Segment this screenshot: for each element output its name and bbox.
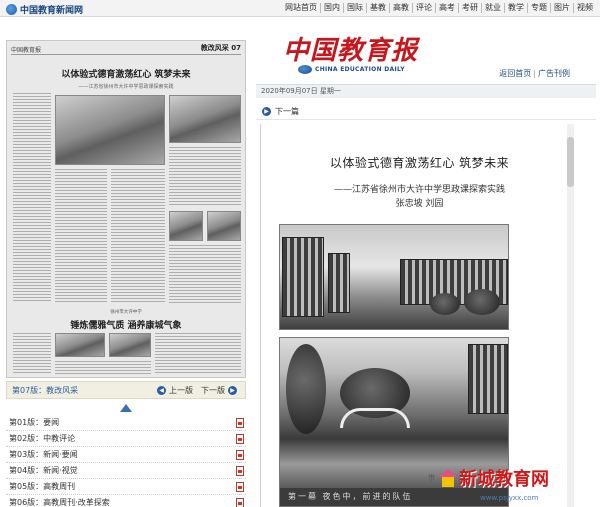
next-page-button[interactable]: 下一版 ▶ [201, 385, 240, 396]
nav-link-employment[interactable]: 就业 [481, 3, 504, 13]
nav-link-video[interactable]: 视频 [573, 3, 596, 13]
newspaper-page-thumbnail[interactable]: 中国教育报 教改风采 07 以体验式德育激荡红心 筑梦未来 ——江苏省徐州市大许… [6, 40, 246, 378]
nav-link-home[interactable]: 网站首页 [282, 3, 320, 13]
current-page-label[interactable]: 第07版：教改风采 [12, 385, 146, 396]
watermark-brand: 新城教育网 [459, 469, 549, 490]
article-title: 以体验式德育激荡红心 筑梦未来 [329, 156, 510, 170]
pdf-icon[interactable] [236, 449, 244, 460]
thumb-text-column [111, 169, 165, 303]
thumb-text-column [13, 333, 51, 375]
globe-icon [6, 3, 17, 15]
thumb-photo [55, 333, 105, 357]
page-list-item[interactable]: 第04版：新闻·视觉 [6, 463, 246, 479]
page-list-label: 第05版：高教周刊 [9, 482, 76, 491]
watermark: 市 新城教育网 [428, 465, 549, 491]
thumb-text-column [169, 147, 241, 207]
page-list-item[interactable]: 第02版：中教评论 [6, 431, 246, 447]
nav-link-teaching[interactable]: 教学 [504, 3, 527, 13]
globe-icon [298, 65, 312, 74]
nav-link-domestic[interactable]: 国内 [320, 3, 343, 13]
next-page-label: 下一版 [201, 385, 225, 395]
thumb-text-column [55, 361, 151, 375]
thumb-headline: 以体验式德育激荡红心 筑梦未来 [61, 70, 191, 80]
thumb-masthead-right: 教改风采 07 [200, 44, 241, 52]
thumb-text-column [155, 333, 241, 375]
thumb-photo [207, 211, 241, 241]
nav-link-basic-edu[interactable]: 基教 [366, 3, 389, 13]
site-logo[interactable]: 中国教育新闻网 [6, 3, 84, 16]
nav-link-kaoyan[interactable]: 考研 [458, 3, 481, 13]
arrow-right-icon: ▶ [228, 385, 237, 395]
nav-link-higher-edu[interactable]: 高教 [389, 3, 412, 13]
prev-page-label: 上一版 [169, 385, 193, 395]
page-list-label: 第02版：中教评论 [9, 434, 76, 443]
nav-link-topics[interactable]: 专题 [527, 3, 550, 13]
thumb-text-column [13, 93, 51, 303]
house-logo-icon [439, 469, 457, 487]
site-name: 中国教育新闻网 [20, 5, 84, 16]
article-photo-campus [279, 224, 509, 330]
chevron-up-icon[interactable] [119, 403, 133, 413]
page-list: 第01版：要闻 第02版：中教评论 第03版：新闻·要闻 第04版：新闻·视觉 … [6, 415, 246, 507]
watermark-prefix: 市 [428, 474, 435, 482]
next-article-button[interactable]: ▶ 下一篇 [256, 104, 596, 120]
left-panel: 中国教育报 教改风采 07 以体验式德育激荡红心 筑梦未来 ——江苏省徐州市大许… [6, 40, 246, 507]
issue-date: 2020年09月07日 星期一 [256, 84, 596, 98]
thumb-text-column [169, 245, 241, 303]
thumb-photo [109, 333, 151, 357]
pdf-icon[interactable] [236, 497, 244, 507]
pdf-icon[interactable] [236, 417, 244, 428]
thumb-subline: ——江苏省徐州市大许中学思政课探索实践 [78, 84, 174, 90]
article-authors: 张忠坡 刘园 [395, 199, 444, 209]
newspaper-logo-en: CHINA EDUCATION DAILY [298, 65, 405, 74]
photo-building [328, 253, 350, 313]
page-list-label: 第06版：高教周刊·改革探索 [9, 498, 110, 507]
nav-link-comment[interactable]: 评论 [412, 3, 435, 13]
header-links: 返回首页 | 广告刊例 [499, 68, 570, 79]
nav-link-international[interactable]: 国际 [343, 3, 366, 13]
thumb-text-column [55, 169, 107, 303]
thumb-photo [55, 95, 165, 165]
page-list-label: 第03版：新闻·要闻 [9, 450, 78, 459]
thumb-headline-2: 锤炼儒雅气质 涵养康城气象 [70, 321, 182, 331]
arrow-right-icon: ▶ [262, 107, 271, 116]
thumb-masthead-left: 中国教育报 [11, 47, 42, 54]
pdf-icon[interactable] [236, 465, 244, 476]
photo-building [468, 344, 508, 414]
page-list-item[interactable]: 第05版：高教周刊 [6, 479, 246, 495]
photo-bridge [340, 408, 410, 428]
ad-rates-link[interactable]: 广告刊例 [538, 69, 570, 78]
top-nav: 网站首页 国内 国际 基教 高教 评论 高考 考研 就业 教学 专题 图片 视频 [282, 3, 596, 13]
thumb-photo [169, 211, 203, 241]
thumb-kicker: 徐州市大许中学 [110, 310, 142, 315]
photo-tree [430, 293, 460, 315]
nav-link-photos[interactable]: 图片 [550, 3, 573, 13]
page-list-item[interactable]: 第06版：高教周刊·改革探索 [6, 495, 246, 507]
newspaper-logo[interactable]: 中国教育报 [283, 30, 418, 67]
top-bar: 中国教育新闻网 网站首页 国内 国际 基教 高教 评论 高考 考研 就业 教学 … [0, 0, 600, 17]
photo-tree [464, 289, 500, 315]
arrow-left-icon: ◀ [157, 385, 166, 395]
next-article-label: 下一篇 [275, 107, 299, 116]
article-subtitle: ——江苏省徐州市大许中学思政课探索实践 [333, 185, 505, 195]
watermark-url: www.psjyxx.com [480, 494, 539, 502]
newspaper-logo-en-text: CHINA EDUCATION DAILY [315, 66, 405, 73]
nav-link-gaokao[interactable]: 高考 [435, 3, 458, 13]
page-list-item[interactable]: 第03版：新闻·要闻 [6, 447, 246, 463]
thumb-masthead: 中国教育报 教改风采 07 [11, 44, 241, 55]
back-home-link[interactable]: 返回首页 [499, 69, 531, 78]
pdf-icon[interactable] [236, 481, 244, 492]
photo-building [282, 237, 324, 317]
page-list-item[interactable]: 第01版：要闻 [6, 415, 246, 431]
thumb-photo [169, 95, 241, 143]
page-list-label: 第01版：要闻 [9, 418, 60, 427]
pdf-icon[interactable] [236, 433, 244, 444]
page-list-label: 第04版：新闻·视觉 [9, 466, 78, 475]
page-bar: 第07版：教改风采 ◀ 上一版 下一版 ▶ [6, 381, 246, 399]
prev-page-button[interactable]: ◀ 上一版 [154, 385, 193, 396]
divider: | [533, 69, 536, 78]
article-body: 以体验式德育激荡红心 筑梦未来 ——江苏省徐州市大许中学思政课探索实践 张忠坡 … [260, 124, 578, 507]
photo-tree [286, 344, 326, 434]
